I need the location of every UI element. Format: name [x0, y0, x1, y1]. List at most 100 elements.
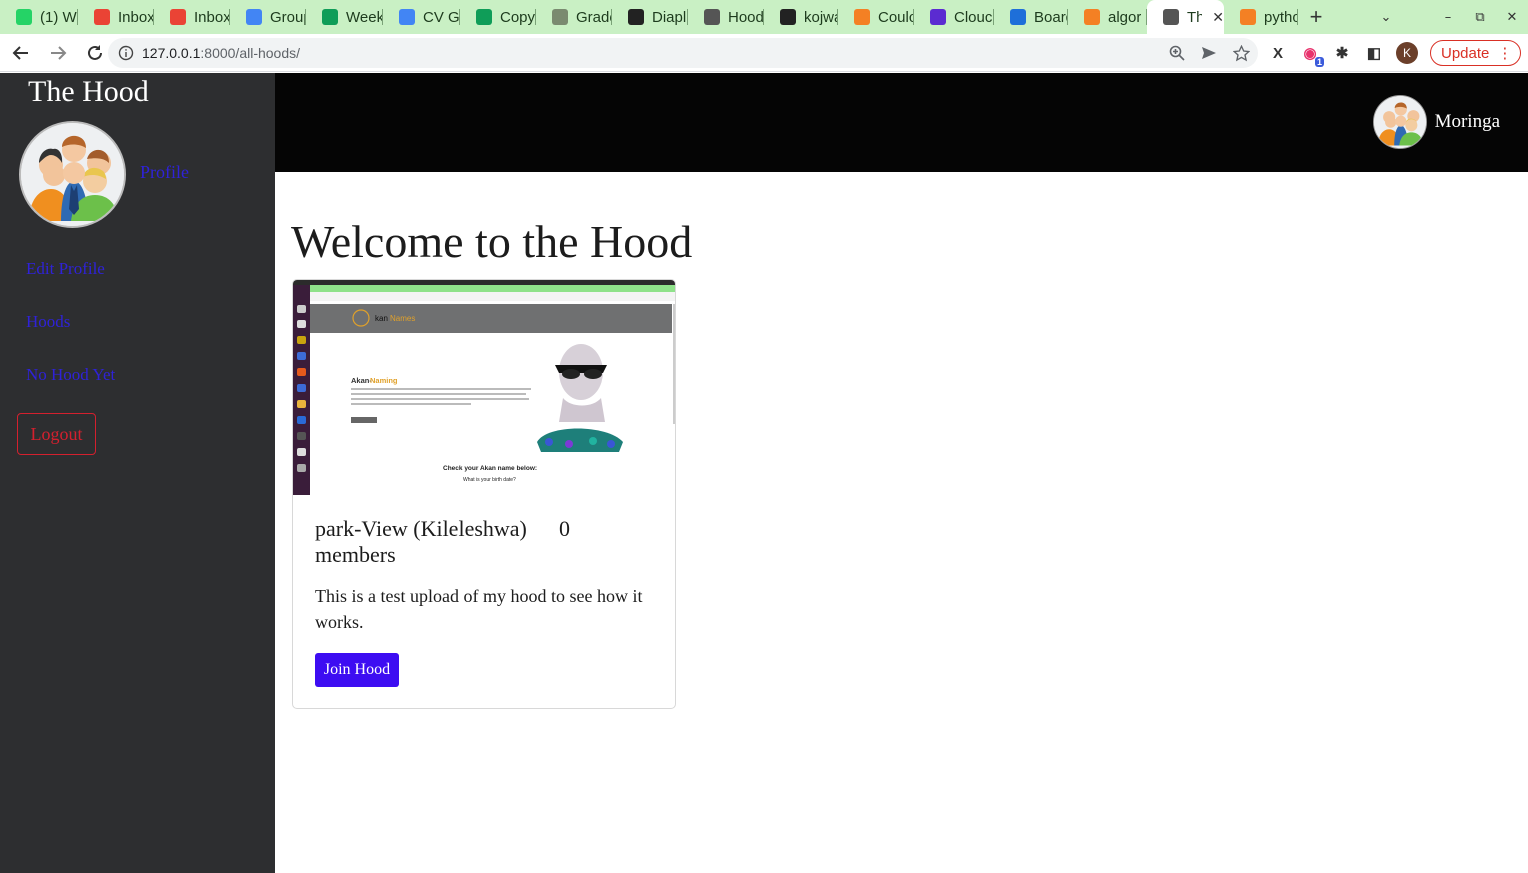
browser-tab[interactable]: algor [1068, 0, 1147, 34]
info-icon[interactable] [118, 45, 134, 61]
tab-search-icon[interactable]: ⌄ [1370, 10, 1402, 25]
send-icon[interactable] [1200, 44, 1218, 62]
preview-brand: kan [375, 314, 388, 323]
forward-button[interactable] [42, 37, 74, 69]
globe-icon [704, 9, 720, 25]
tab-title: Coulc [878, 8, 914, 26]
join-hood-button[interactable]: Join Hood [315, 653, 399, 687]
profile-avatar-image [19, 121, 126, 228]
hood-card: kan Names Akan- Naming Check your Akan n… [292, 279, 676, 709]
hood-image: kan Names Akan- Naming Check your Akan n… [293, 280, 675, 495]
gmail-icon [170, 9, 186, 25]
member-count: 0 [559, 516, 570, 541]
github-icon [628, 9, 644, 25]
preview-brand-accent: Names [390, 314, 415, 323]
brand-title: The Hood [28, 75, 149, 108]
browser-toolbar: 127.0.0.1:8000/all-hoods/ X ◉ 1 ✱ ◧ K Upd… [0, 34, 1528, 72]
new-tab-button[interactable]: + [1298, 0, 1334, 34]
browser-tab[interactable]: kojwa [764, 0, 838, 34]
extensions-area: X ◉ 1 ✱ ◧ K Update ⋮ [1268, 38, 1522, 68]
close-tab-icon[interactable]: ✕ [1212, 9, 1224, 26]
tab-title: Inbox [118, 8, 154, 26]
tab-title: Diapl [652, 8, 687, 26]
star-icon[interactable] [1232, 44, 1250, 62]
tree-icon [552, 9, 568, 25]
top-navbar: Moringa [275, 73, 1528, 172]
hood-description: This is a test upload of my hood to see … [315, 586, 643, 632]
edit-profile-link[interactable]: Edit Profile [26, 259, 105, 279]
tab-title: (1) W [40, 8, 77, 26]
close-window-icon[interactable]: ✕ [1496, 10, 1528, 25]
browser-tab[interactable]: Inbox [154, 0, 230, 34]
docs-icon [246, 9, 262, 25]
tab-title: Clouc [954, 8, 993, 26]
tab-title: Hood [728, 8, 764, 26]
user-avatar[interactable] [1373, 95, 1427, 149]
browser-tab[interactable]: Group [230, 0, 306, 34]
browser-tab[interactable]: Coulc [838, 0, 914, 34]
stackoverflow-icon [854, 9, 870, 25]
page-title: Welcome to the Hood [291, 216, 693, 267]
cloud-icon [930, 9, 946, 25]
tab-title: Group [270, 8, 306, 26]
browser-tab[interactable]: Diapl [612, 0, 688, 34]
browser-tab[interactable]: pytho [1224, 0, 1298, 34]
group-people-icon [21, 123, 124, 226]
sheets-icon [476, 9, 492, 25]
sidepanel-icon[interactable]: ◧ [1364, 43, 1384, 63]
browser-tab[interactable]: Inbox [78, 0, 154, 34]
preview-birth-label: What is your birth date? [463, 477, 516, 483]
sheets-icon [322, 9, 338, 25]
globe-icon [1163, 9, 1179, 25]
kebab-menu-icon: ⋮ [1497, 45, 1513, 62]
members-label: members [315, 542, 396, 567]
sidebar: The Hood Profile Edit Profile Hoods No H… [0, 73, 275, 873]
reload-icon [88, 44, 102, 60]
address-bar[interactable]: 127.0.0.1:8000/all-hoods/ [108, 38, 1258, 68]
browser-tab[interactable]: Hood [688, 0, 764, 34]
stackoverflow-icon [1240, 9, 1256, 25]
browser-tab[interactable]: Clouc [914, 0, 994, 34]
hood-name: park-View (Kileleshwa) [315, 516, 527, 541]
url-text: 127.0.0.1:8000/all-hoods/ [142, 45, 301, 61]
tab-separator [1297, 9, 1298, 25]
zoom-icon[interactable] [1168, 44, 1186, 62]
minimize-icon[interactable]: – [1432, 10, 1464, 25]
extensions-icon[interactable]: ✱ [1332, 43, 1352, 63]
back-button[interactable] [5, 37, 37, 69]
x-extension-icon[interactable]: X [1268, 43, 1288, 63]
browser-tab[interactable]: Board [994, 0, 1068, 34]
browser-tab[interactable]: Grade [536, 0, 612, 34]
browser-tab[interactable]: Th ✕ [1147, 0, 1224, 34]
tab-title: Th [1187, 8, 1203, 26]
browser-tab[interactable]: (1) W [0, 0, 78, 34]
hood-screenshot-image: kan Names Akan- Naming Check your Akan n… [293, 280, 675, 495]
profile-avatar[interactable]: K [1396, 42, 1418, 64]
arrow-left-icon [12, 45, 28, 60]
hoods-link[interactable]: Hoods [26, 312, 70, 332]
tab-title: algor [1108, 8, 1142, 26]
browser-tab[interactable]: Week [306, 0, 383, 34]
username-label[interactable]: Moringa [1435, 111, 1500, 133]
puzzle-badge-icon[interactable]: ◉ 1 [1300, 43, 1324, 67]
tab-title: CV Gu [423, 8, 460, 26]
tab-title: pytho [1264, 8, 1298, 26]
hood-name-block: park-View (Kileleshwa) 0 members [315, 516, 655, 568]
browser-tabstrip: (1) W Inbox Inbox Group Week CV Gu Copy Grade Di… [0, 0, 1528, 34]
logout-button[interactable]: Logout [17, 413, 96, 455]
window-controls: ⌄ – ⧉ ✕ [1370, 0, 1528, 34]
tab-title: kojwa [804, 8, 838, 26]
whatsapp-icon [16, 9, 32, 25]
tab-title: Inbox [194, 8, 230, 26]
update-button[interactable]: Update ⋮ [1430, 40, 1522, 66]
browser-tab[interactable]: CV Gu [383, 0, 460, 34]
arrow-right-icon [51, 45, 67, 60]
no-hood-link[interactable]: No Hood Yet [26, 365, 115, 385]
tab-title: Grade [576, 8, 612, 26]
restore-icon[interactable]: ⧉ [1464, 10, 1496, 25]
stackoverflow-icon [1084, 9, 1100, 25]
profile-link[interactable]: Profile [140, 162, 189, 183]
browser-tab[interactable]: Copy [460, 0, 536, 34]
github-icon [780, 9, 796, 25]
reload-button[interactable] [79, 37, 111, 69]
